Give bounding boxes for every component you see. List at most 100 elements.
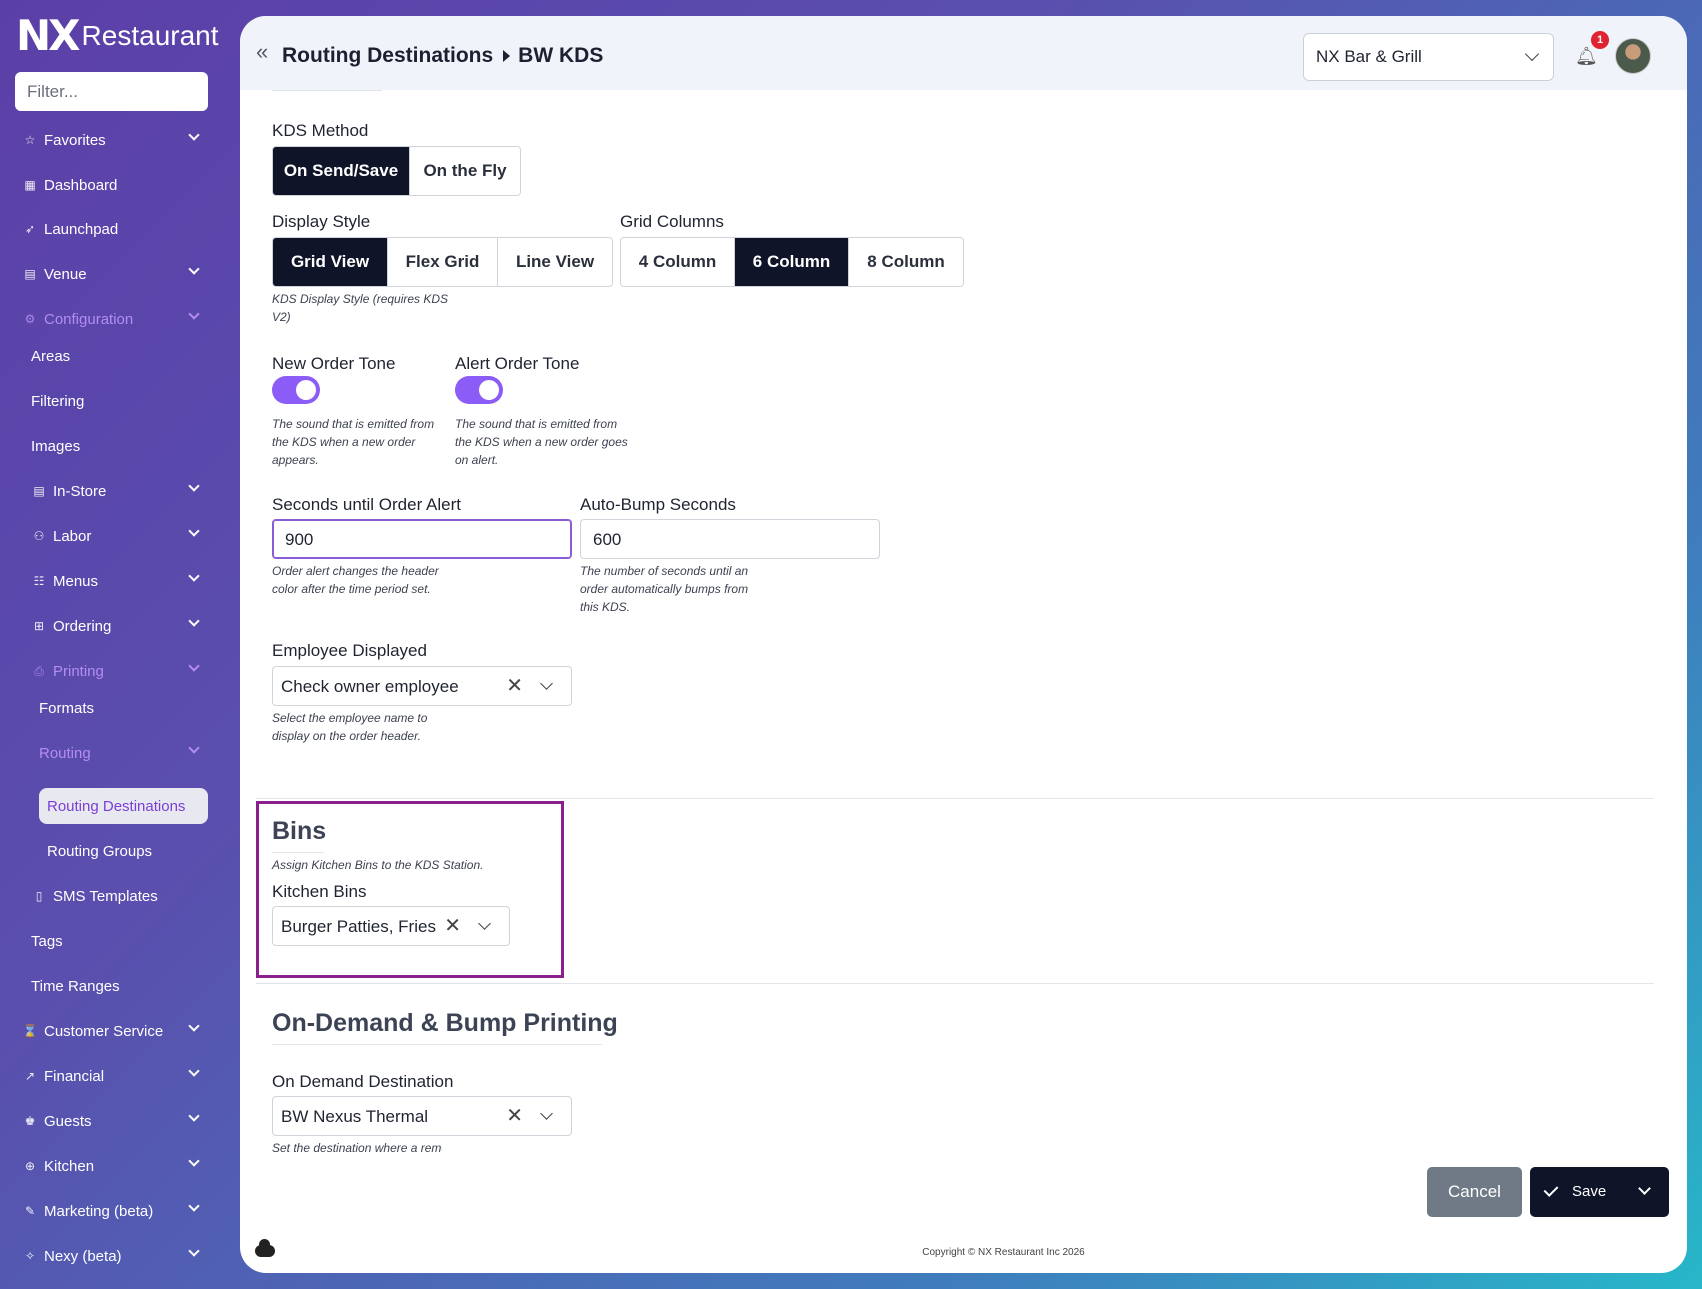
display-style-line-view[interactable]: Line View [498, 238, 612, 286]
sidebar-item-formats[interactable]: Formats [0, 693, 240, 723]
sidebar-item-ordering[interactable]: ⊞ Ordering [0, 611, 240, 641]
sidebar-item-labor[interactable]: ⚇ Labor [0, 521, 240, 551]
cart-icon: ⊞ [33, 619, 45, 633]
kitchen-bins-select[interactable]: Burger Patties, Fries ✕ [272, 906, 510, 946]
notification-badge: 1 [1591, 31, 1609, 49]
sidebar-item-nexy[interactable]: ✧ Nexy (beta) [0, 1241, 240, 1271]
main-panel: « Routing Destinations BW KDS NX Bar & G… [240, 16, 1687, 1273]
sidebar-item-tags[interactable]: Tags [0, 926, 240, 956]
sidebar-item-kitchen[interactable]: ⊕ Kitchen [0, 1151, 240, 1181]
sidebar-item-areas[interactable]: Areas [0, 341, 240, 371]
chevron-down-icon[interactable] [540, 677, 553, 690]
chevron-down-icon [188, 1200, 200, 1212]
sidebar-item-time-ranges[interactable]: Time Ranges [0, 971, 240, 1001]
sidebar-item-favorites[interactable]: ☆ Favorites [0, 125, 240, 155]
grid-columns-8[interactable]: 8 Column [849, 238, 963, 286]
app-logo[interactable]: NX Restaurant [16, 14, 219, 58]
auto-bump-label: Auto-Bump Seconds [580, 495, 736, 514]
bell-icon[interactable]: 🔔︎ [1575, 46, 1598, 66]
venue-select[interactable]: NX Bar & Grill [1303, 33, 1554, 81]
grid-columns-6[interactable]: 6 Column [735, 238, 849, 286]
avatar[interactable] [1615, 38, 1651, 74]
chevron-down-icon [188, 660, 200, 672]
grid-icon: ▦ [24, 178, 36, 192]
chevron-down-icon [188, 1155, 200, 1167]
sidebar-item-routing-destinations[interactable]: Routing Destinations [39, 788, 208, 824]
bins-title: Bins [272, 817, 327, 845]
kds-method-toggle: On Send/Save On the Fly [272, 146, 521, 196]
sidebar-filter-input[interactable] [15, 72, 208, 111]
kds-method-on-send-save[interactable]: On Send/Save [273, 147, 410, 195]
top-bar: « Routing Destinations BW KDS NX Bar & G… [240, 16, 1687, 90]
sidebar-item-images[interactable]: Images [0, 431, 240, 461]
chevron-down-icon [188, 1065, 200, 1077]
sidebar-item-configuration[interactable]: ⚙ Configuration [0, 304, 240, 334]
save-label: Save [1572, 1183, 1607, 1200]
grid-columns-4[interactable]: 4 Column [621, 238, 735, 286]
chevron-down-icon [188, 263, 200, 275]
save-options-chevron-icon[interactable] [1638, 1182, 1651, 1195]
users-icon: ⚇ [33, 529, 45, 543]
save-button[interactable]: Save [1530, 1167, 1669, 1217]
display-style-grid-view[interactable]: Grid View [273, 238, 388, 286]
collapse-sidebar-icon[interactable]: « [256, 41, 268, 63]
display-style-toggle: Grid View Flex Grid Line View [272, 237, 613, 287]
chevron-down-icon[interactable] [478, 917, 491, 930]
printer-icon: ⎙ [34, 663, 44, 678]
copyright: Copyright © NX Restaurant Inc 2026 [922, 1247, 1085, 1258]
chevron-down-icon [188, 1020, 200, 1032]
sidebar-item-launchpad[interactable]: ➶ Launchpad [0, 214, 240, 244]
sidebar-item-customer-service[interactable]: ⌛ Customer Service [0, 1016, 240, 1046]
breadcrumb-parent[interactable]: Routing Destinations [282, 44, 493, 68]
bins-help: Assign Kitchen Bins to the KDS Station. [272, 858, 484, 872]
building-icon: ▤ [24, 267, 36, 281]
sidebar-item-menus[interactable]: ☷ Menus [0, 566, 240, 596]
logo-text: Restaurant [81, 20, 219, 51]
sidebar-item-filtering[interactable]: Filtering [0, 386, 240, 416]
section-divider [256, 798, 1654, 799]
cancel-button[interactable]: Cancel [1427, 1167, 1522, 1217]
chevron-down-icon [188, 129, 200, 141]
alert-order-tone-toggle[interactable] [455, 376, 503, 404]
sidebar-item-venue[interactable]: ▤ Venue [0, 259, 240, 289]
breadcrumb: Routing Destinations BW KDS [282, 44, 603, 68]
chevron-down-icon [188, 480, 200, 492]
kds-method-on-the-fly[interactable]: On the Fly [410, 147, 520, 195]
section-divider [256, 983, 1654, 984]
sidebar-item-guests[interactable]: ♚ Guests [0, 1106, 240, 1136]
chevron-down-icon [188, 525, 200, 537]
logo-mark: NX [16, 11, 81, 60]
sidebar-item-printing[interactable]: ⎙ Printing [0, 656, 240, 686]
chevron-down-icon[interactable] [540, 1107, 553, 1120]
sidebar: NX Restaurant ☆Favorites ▦Dashboard ➶Lau… [0, 0, 240, 1289]
display-style-flex-grid[interactable]: Flex Grid [388, 238, 498, 286]
auto-bump-input[interactable]: 600 [580, 519, 880, 559]
clear-icon[interactable]: ✕ [444, 916, 461, 936]
phone-icon: ▯ [35, 889, 43, 903]
clear-icon[interactable]: ✕ [506, 1106, 523, 1126]
sidebar-item-dashboard[interactable]: ▦ Dashboard [0, 170, 240, 200]
clear-icon[interactable]: ✕ [506, 676, 523, 696]
sidebar-item-financial[interactable]: ↗ Financial [0, 1061, 240, 1091]
sidebar-item-routing[interactable]: Routing [0, 738, 240, 768]
sidebar-item-sms-templates[interactable]: ▯ SMS Templates [0, 881, 240, 911]
new-order-tone-label: New Order Tone [272, 354, 396, 373]
on-demand-destination-label: On Demand Destination [272, 1072, 454, 1091]
chevron-down-icon [188, 1245, 200, 1257]
grid-columns-label: Grid Columns [620, 212, 724, 231]
seconds-until-alert-input[interactable]: 900 [272, 519, 572, 559]
sidebar-item-marketing[interactable]: ✎ Marketing (beta) [0, 1196, 240, 1226]
sparkle-icon: ✧ [24, 1249, 36, 1263]
store-icon: ▤ [33, 484, 45, 498]
support-icon: ⌛ [22, 1024, 38, 1038]
divider [272, 90, 382, 91]
grid-columns-toggle: 4 Column 6 Column 8 Column [620, 237, 964, 287]
employee-displayed-select[interactable]: Check owner employee ✕ [272, 666, 572, 706]
chevron-down-icon [1524, 46, 1540, 62]
rocket-icon: ➶ [24, 222, 36, 236]
sidebar-item-routing-groups[interactable]: Routing Groups [0, 836, 240, 866]
on-demand-destination-select[interactable]: BW Nexus Thermal ✕ [272, 1096, 572, 1136]
employee-displayed-label: Employee Displayed [272, 641, 427, 660]
sidebar-item-in-store[interactable]: ▤ In-Store [0, 476, 240, 506]
new-order-tone-toggle[interactable] [272, 376, 320, 404]
